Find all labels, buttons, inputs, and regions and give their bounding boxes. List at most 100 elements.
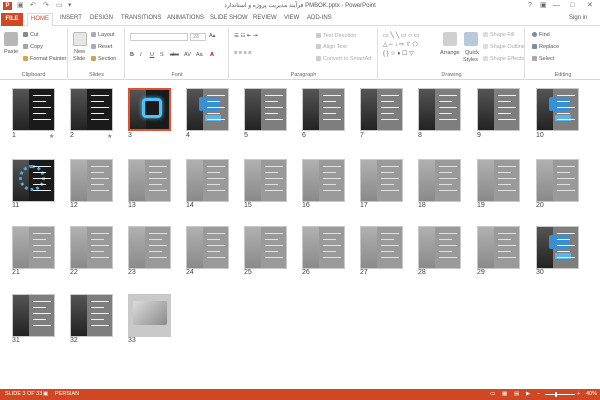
slide-thumbnail[interactable] bbox=[477, 159, 520, 202]
slide-thumbnail[interactable] bbox=[128, 88, 171, 131]
slide-thumbnail[interactable] bbox=[128, 226, 171, 269]
slide-thumbnail[interactable] bbox=[418, 88, 461, 131]
new-slide-icon[interactable] bbox=[73, 32, 87, 46]
strikethrough-button[interactable]: abc bbox=[170, 52, 179, 58]
align-icons[interactable]: ≡ ≡ ≡ ≡ bbox=[234, 50, 251, 56]
slide-thumbnail[interactable] bbox=[70, 88, 113, 131]
convert-smartart-button[interactable]: Convert to SmartArt bbox=[316, 56, 372, 62]
slide-thumbnail[interactable] bbox=[12, 159, 55, 202]
normal-view-icon[interactable]: ▭ bbox=[490, 391, 495, 397]
tab-transitions[interactable]: TRANSITIONS bbox=[121, 15, 161, 21]
quick-styles-label-2[interactable]: Styles bbox=[463, 57, 478, 63]
slide-thumbnail[interactable] bbox=[418, 159, 461, 202]
slide-thumbnail[interactable] bbox=[360, 226, 403, 269]
slide-thumbnail[interactable] bbox=[128, 294, 171, 337]
slide-thumbnail[interactable] bbox=[302, 159, 345, 202]
slide-thumbnail[interactable] bbox=[536, 226, 579, 269]
shape-fill-button[interactable]: Shape Fill bbox=[483, 32, 514, 38]
proofing-icon[interactable]: ▣ bbox=[43, 391, 48, 397]
cut-button[interactable]: Cut bbox=[23, 32, 39, 38]
slideshow-view-icon[interactable]: ▶ bbox=[526, 391, 530, 397]
maximize-button[interactable]: □ bbox=[570, 0, 574, 11]
tab-home[interactable]: HOME bbox=[27, 13, 53, 27]
text-direction-button[interactable]: Text Direction bbox=[316, 33, 356, 39]
slide-thumbnail[interactable] bbox=[70, 294, 113, 337]
grow-font-icon[interactable]: A▴ bbox=[209, 33, 215, 39]
slide-thumbnail[interactable] bbox=[244, 226, 287, 269]
slide-thumbnail[interactable] bbox=[186, 226, 229, 269]
slide-thumbnail[interactable] bbox=[186, 159, 229, 202]
bullets-icon[interactable]: ☰ ☷ ⇤ ⇥ bbox=[234, 33, 258, 39]
paste-icon[interactable] bbox=[4, 32, 18, 46]
slide-thumbnail[interactable] bbox=[12, 226, 55, 269]
quick-styles-icon[interactable] bbox=[464, 32, 478, 46]
slide-thumbnail[interactable] bbox=[477, 226, 520, 269]
zoom-in-button[interactable]: + bbox=[577, 391, 580, 397]
replace-button[interactable]: Replace bbox=[532, 44, 559, 50]
slide-thumbnail[interactable] bbox=[186, 88, 229, 131]
sign-in-link[interactable]: Sign in bbox=[569, 15, 587, 21]
slide-thumbnail[interactable] bbox=[536, 159, 579, 202]
slide-thumbnail[interactable] bbox=[70, 226, 113, 269]
new-slide-label-2[interactable]: Slide bbox=[73, 56, 85, 62]
slide-thumbnail[interactable] bbox=[536, 88, 579, 131]
reading-view-icon[interactable]: ▤ bbox=[514, 391, 519, 397]
minimize-button[interactable]: — bbox=[553, 0, 560, 11]
align-text-button[interactable]: Align Text bbox=[316, 44, 347, 50]
shape-effects-button[interactable]: Shape Effects bbox=[483, 56, 524, 62]
slide-thumbnail[interactable] bbox=[244, 159, 287, 202]
format-painter-button[interactable]: Format Painter bbox=[23, 56, 66, 62]
shape-outline-button[interactable]: Shape Outline bbox=[483, 44, 525, 50]
slide-thumbnail[interactable] bbox=[302, 226, 345, 269]
copy-button[interactable]: Copy bbox=[23, 44, 43, 50]
new-slide-label-1[interactable]: New bbox=[74, 49, 85, 55]
tab-insert[interactable]: INSERT bbox=[60, 15, 82, 21]
tab-add-ins[interactable]: ADD-INS bbox=[307, 15, 332, 21]
help-button[interactable]: ? bbox=[528, 0, 532, 11]
font-name-box[interactable] bbox=[130, 33, 188, 41]
tab-slide-show[interactable]: SLIDE SHOW bbox=[210, 15, 248, 21]
slide-thumbnail[interactable] bbox=[128, 159, 171, 202]
arrange-button[interactable]: Arrange bbox=[440, 50, 460, 56]
change-case-button[interactable]: Aa bbox=[196, 52, 203, 58]
italic-button[interactable]: I bbox=[140, 52, 142, 58]
tab-animations[interactable]: ANIMATIONS bbox=[167, 15, 204, 21]
tab-view[interactable]: VIEW bbox=[284, 15, 299, 21]
close-button[interactable]: ✕ bbox=[587, 0, 593, 11]
transition-star-icon[interactable]: ★ bbox=[49, 133, 54, 140]
slide-thumbnail[interactable] bbox=[12, 294, 55, 337]
tab-design[interactable]: DESIGN bbox=[90, 15, 113, 21]
transition-star-icon[interactable]: ★ bbox=[107, 133, 112, 140]
slide-thumbnail[interactable] bbox=[70, 159, 113, 202]
reset-button[interactable]: Reset bbox=[91, 44, 112, 50]
shapes-gallery[interactable]: ▭ ╲ ╲ ▭ ○ ▭ △ ⌐ ↓ ⇨ ⇧ ⬠{ } ☆ ♦ ☐ ▽ bbox=[383, 32, 437, 60]
tab-review[interactable]: REVIEW bbox=[253, 15, 277, 21]
zoom-slider-thumb[interactable] bbox=[555, 392, 557, 397]
zoom-out-button[interactable]: − bbox=[537, 391, 540, 397]
tab-file[interactable]: FILE bbox=[1, 13, 23, 26]
zoom-slider[interactable] bbox=[545, 392, 575, 397]
char-spacing-button[interactable]: AV bbox=[184, 52, 191, 58]
layout-button[interactable]: Layout bbox=[91, 32, 115, 38]
slide-thumbnail[interactable] bbox=[360, 159, 403, 202]
font-size-box[interactable]: 28 bbox=[190, 33, 206, 41]
slide-thumbnail[interactable] bbox=[302, 88, 345, 131]
bold-button[interactable]: B bbox=[130, 52, 134, 58]
select-button[interactable]: Select bbox=[532, 56, 554, 62]
slide-thumbnail[interactable] bbox=[244, 88, 287, 131]
slide-thumbnail[interactable] bbox=[477, 88, 520, 131]
find-button[interactable]: Find bbox=[532, 32, 550, 38]
slide-thumbnail[interactable] bbox=[12, 88, 55, 131]
underline-button[interactable]: U bbox=[150, 52, 154, 58]
paste-button[interactable]: Paste bbox=[4, 49, 18, 55]
section-button[interactable]: Section bbox=[91, 56, 116, 62]
slide-thumbnail[interactable] bbox=[418, 226, 461, 269]
quick-styles-label-1[interactable]: Quick bbox=[465, 50, 479, 56]
shadow-button[interactable]: S bbox=[160, 52, 164, 58]
slide-thumbnail[interactable] bbox=[360, 88, 403, 131]
font-color-button[interactable]: A bbox=[210, 52, 214, 58]
arrange-icon[interactable] bbox=[443, 32, 457, 46]
language-indicator[interactable]: PERSIAN bbox=[55, 391, 79, 397]
ribbon-display-options-button[interactable]: ▣ bbox=[540, 0, 547, 11]
slide-sorter-view-icon[interactable]: ▦ bbox=[502, 391, 507, 397]
